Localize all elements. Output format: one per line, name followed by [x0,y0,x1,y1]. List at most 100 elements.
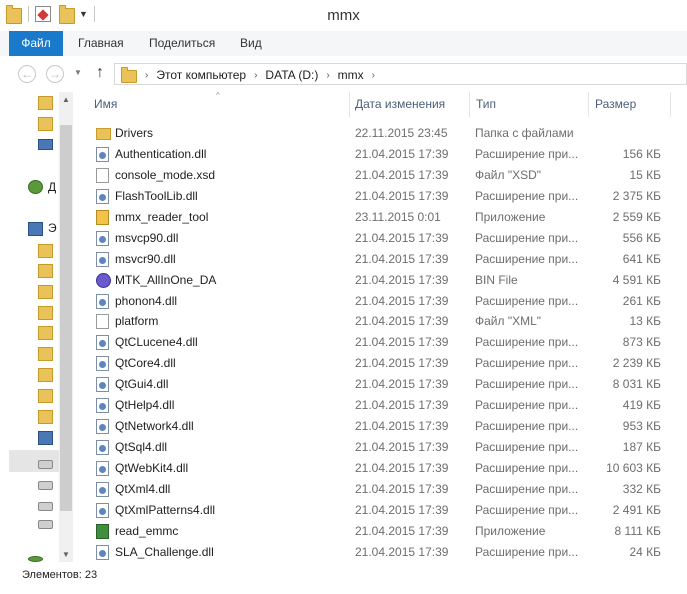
tab-view[interactable]: Вид [240,31,262,56]
file-name: QtSql4.dll [115,440,168,455]
chevron-right-icon[interactable]: › [254,70,257,81]
file-row[interactable]: QtXml4.dll 21.04.2015 17:39 Расширение при… [85,479,687,500]
desktop-icon[interactable] [38,139,53,150]
chevron-right-icon[interactable]: › [145,70,148,81]
folder-icon[interactable] [38,347,53,361]
file-size: 24 КБ [629,544,661,559]
dll-file-icon [96,398,109,414]
file-type: Расширение при... [475,419,579,434]
file-row[interactable]: read_emmc 21.04.2015 17:39 Приложение 8 111… [85,521,687,542]
file-type: Расширение при... [475,251,579,266]
drive-icon[interactable] [38,460,53,469]
up-arrow-icon[interactable]: ↑ [96,64,104,82]
dll-file-icon [96,481,109,497]
document-icon [96,167,109,183]
folder-icon[interactable] [38,389,53,403]
file-row[interactable]: QtWebKit4.dll 21.04.2015 17:39 Расширение … [85,458,687,479]
drive-icon[interactable] [38,502,53,511]
network-icon[interactable] [38,431,53,445]
file-name: QtCore4.dll [115,356,176,371]
breadcrumb-drive[interactable]: DATA (D:) [265,68,318,82]
folder-icon[interactable] [38,244,53,258]
application-icon [96,209,109,225]
file-row[interactable]: mmx_reader_tool 23.11.2015 0:01 Приложение… [85,207,687,228]
file-row[interactable]: Drivers 22.11.2015 23:45 Папка с файлами [85,123,687,144]
tab-share[interactable]: Поделиться [149,31,215,56]
bin-file-icon [96,272,111,288]
breadcrumb-folder[interactable]: mmx [338,68,364,82]
file-row[interactable]: platform 21.04.2015 17:39 Файл "XML" 13 КБ [85,311,687,332]
homegroup-icon[interactable] [28,180,43,194]
computer-icon[interactable] [28,222,43,236]
file-row[interactable]: MTK_AllInOne_DA 21.04.2015 17:39 BIN File 4… [85,270,687,291]
folder-icon[interactable] [38,368,53,382]
dll-file-icon [96,419,109,435]
drive-icon[interactable] [38,520,53,529]
scroll-down-icon[interactable]: ▼ [59,550,73,559]
nav-pane-scrollbar[interactable]: ▲ ▼ [59,92,73,562]
file-size: 556 КБ [622,230,661,245]
file-name: MTK_AllInOne_DA [115,272,217,287]
column-header-name[interactable]: Имя [94,92,117,117]
forward-arrow-icon: → [49,67,61,81]
recent-locations-chevron-icon[interactable]: ▼ [74,68,82,77]
file-row[interactable]: QtSql4.dll 21.04.2015 17:39 Расширение при… [85,437,687,458]
file-date: 21.04.2015 17:39 [355,293,449,308]
nav-item-partial-label[interactable]: Э [48,221,57,235]
ribbon: Файл Главная Поделиться Вид [0,31,687,57]
file-row[interactable]: QtXmlPatterns4.dll 21.04.2015 17:39 Расшир… [85,500,687,521]
nav-item-partial-label[interactable]: Д [48,180,56,194]
address-bar[interactable]: › Этот компьютер › DATA (D:) › mmx › [114,63,687,85]
folder-icon[interactable] [38,306,53,320]
folder-icon[interactable] [38,285,53,299]
column-divider[interactable] [349,92,350,117]
column-divider[interactable] [469,92,470,117]
file-row[interactable]: QtNetwork4.dll 21.04.2015 17:39 Расширение… [85,416,687,437]
file-row[interactable]: phonon4.dll 21.04.2015 17:39 Расширение пр… [85,291,687,312]
file-name: Drivers [115,126,153,140]
file-row[interactable]: QtCLucene4.dll 21.04.2015 17:39 Расширение… [85,332,687,353]
file-row[interactable]: msvcp90.dll 21.04.2015 17:39 Расширение пр… [85,228,687,249]
column-divider[interactable] [588,92,589,117]
forward-button[interactable]: → [46,65,64,83]
tab-home[interactable]: Главная [78,31,124,56]
file-row[interactable]: SLA_Challenge.dll 21.04.2015 17:39 Расшире… [85,542,687,563]
file-row[interactable]: QtHelp4.dll 21.04.2015 17:39 Расширение пр… [85,395,687,416]
breadcrumb-this-pc[interactable]: Этот компьютер [156,68,246,82]
file-date: 21.04.2015 17:39 [355,251,449,266]
scrollbar-thumb[interactable] [60,125,72,511]
column-divider[interactable] [670,92,671,117]
back-button[interactable]: ← [18,65,36,83]
file-row[interactable]: console_mode.xsd 21.04.2015 17:39 Файл "XS… [85,165,687,186]
file-row[interactable]: FlashToolLib.dll 21.04.2015 17:39 Расширен… [85,186,687,207]
file-type: Файл "XML" [475,314,542,329]
drive-icon[interactable] [38,481,53,490]
dll-file-icon [96,377,109,393]
file-date: 21.04.2015 17:39 [355,502,449,517]
file-name: QtGui4.dll [115,377,169,392]
file-type: Папка с файлами [475,126,574,140]
sort-ascending-icon: ^ [216,91,220,100]
tab-file[interactable]: Файл [9,31,63,56]
file-size: 15 КБ [629,167,661,182]
file-row[interactable]: Authentication.dll 21.04.2015 17:39 Расшир… [85,144,687,165]
file-type: Расширение при... [475,146,579,161]
file-row[interactable]: QtGui4.dll 21.04.2015 17:39 Расширение при… [85,374,687,395]
column-header-size[interactable]: Размер [595,92,636,117]
chevron-right-icon[interactable]: › [326,70,329,81]
file-row[interactable]: QtCore4.dll 21.04.2015 17:39 Расширение пр… [85,353,687,374]
folder-icon[interactable] [38,117,53,131]
folder-icon[interactable] [38,326,53,340]
file-date: 21.04.2015 17:39 [355,146,449,161]
folder-icon[interactable] [38,410,53,424]
folder-icon[interactable] [38,264,53,278]
scroll-up-icon[interactable]: ▲ [59,95,73,104]
file-row[interactable]: msvcr90.dll 21.04.2015 17:39 Расширение пр… [85,249,687,270]
folder-icon[interactable] [38,96,53,110]
column-header-date[interactable]: Дата изменения [355,92,445,117]
chevron-right-icon[interactable]: › [372,70,375,81]
file-date: 23.11.2015 0:01 [355,209,441,224]
file-list: Drivers 22.11.2015 23:45 Папка с файлами Au… [85,123,687,563]
column-header-type[interactable]: Тип [476,92,496,117]
file-type: Расширение при... [475,461,579,475]
